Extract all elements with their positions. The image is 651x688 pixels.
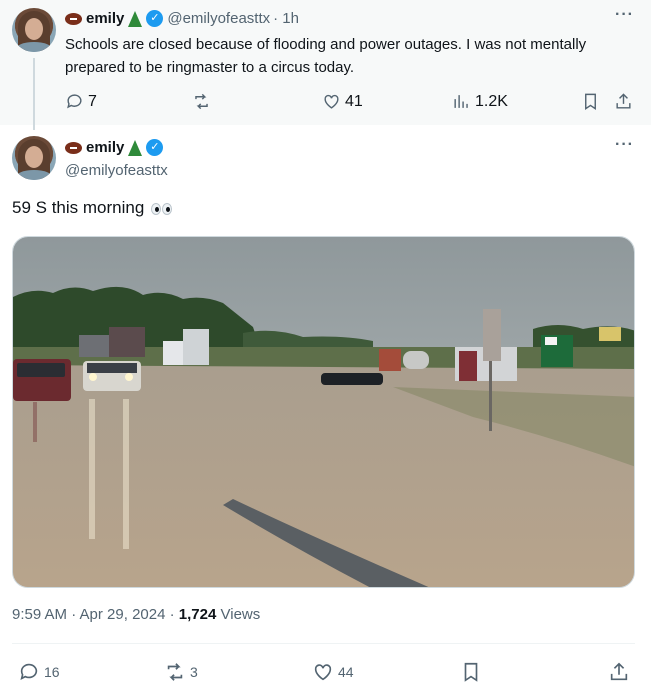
more-options-icon[interactable]: ··· bbox=[615, 6, 634, 24]
reply-count: 7 bbox=[88, 92, 97, 110]
tweet-timestamp-row: 9:59 AM · Apr 29, 2024 · 1,724 Views bbox=[12, 606, 260, 623]
reply-icon bbox=[20, 663, 38, 680]
main-display-name[interactable]: emily bbox=[65, 139, 143, 156]
main-more-options-icon[interactable]: ··· bbox=[615, 136, 634, 154]
bookmark-icon bbox=[585, 93, 596, 110]
football-icon bbox=[65, 12, 82, 25]
heart-icon bbox=[324, 94, 339, 109]
share-button[interactable] bbox=[614, 92, 633, 111]
heart-icon bbox=[314, 664, 332, 681]
reply-button[interactable]: 7 bbox=[65, 92, 97, 111]
views-label: Views bbox=[220, 606, 261, 623]
eyes-icon bbox=[151, 202, 173, 215]
main-reply-count: 16 bbox=[44, 664, 60, 680]
repost-icon bbox=[167, 663, 183, 681]
main-repost-count: 3 bbox=[190, 664, 198, 680]
main-handle-row: @emilyofeasttx bbox=[65, 162, 168, 179]
divider bbox=[12, 643, 635, 644]
bookmark-button[interactable] bbox=[581, 92, 600, 111]
tweet-photo[interactable] bbox=[12, 236, 635, 588]
parent-handle[interactable]: @emilyofeasttx bbox=[167, 10, 270, 27]
like-button[interactable]: 41 bbox=[322, 92, 363, 111]
parent-tweet-text: Schools are closed because of flooding a… bbox=[65, 36, 587, 76]
repost-button[interactable] bbox=[192, 92, 215, 111]
evergreen-tree-icon bbox=[128, 10, 143, 27]
thread-connector-line bbox=[33, 58, 35, 130]
main-reply-button[interactable]: 16 bbox=[18, 661, 60, 683]
flooded-highway-image bbox=[13, 237, 634, 587]
verified-badge-icon: ✓ bbox=[146, 139, 164, 156]
main-avatar[interactable] bbox=[12, 136, 56, 180]
bookmark-icon bbox=[464, 662, 478, 682]
parent-author-row: emily ✓ @emilyofeasttx · 1h bbox=[65, 10, 299, 27]
tweet-timestamp[interactable]: 9:59 AM · Apr 29, 2024 · bbox=[12, 606, 175, 623]
views-button[interactable]: 1.2K bbox=[452, 92, 508, 111]
main-share-button[interactable] bbox=[608, 661, 630, 683]
views-number: 1,724 bbox=[178, 606, 217, 623]
main-tweet-text: 59 S this morning bbox=[12, 198, 173, 218]
main-like-button[interactable]: 44 bbox=[312, 661, 354, 683]
parent-tweet[interactable]: emily ✓ @emilyofeasttx · 1h ··· Schools … bbox=[0, 0, 651, 130]
like-count: 41 bbox=[345, 92, 363, 110]
main-handle[interactable]: @emilyofeasttx bbox=[65, 162, 168, 179]
parent-time[interactable]: · 1h bbox=[273, 10, 299, 27]
share-icon bbox=[610, 662, 628, 681]
share-icon bbox=[616, 93, 631, 109]
main-bookmark-button[interactable] bbox=[460, 661, 482, 683]
main-like-count: 44 bbox=[338, 664, 354, 680]
analytics-icon bbox=[454, 95, 468, 108]
main-repost-button[interactable]: 3 bbox=[164, 661, 198, 683]
football-icon bbox=[65, 141, 82, 154]
avatar[interactable] bbox=[12, 8, 56, 52]
parent-display-name[interactable]: emily bbox=[65, 10, 143, 27]
reply-icon bbox=[67, 94, 82, 109]
repost-icon bbox=[195, 93, 208, 110]
views-count: 1.2K bbox=[475, 92, 508, 110]
verified-badge-icon: ✓ bbox=[146, 10, 164, 27]
main-author-name-row: emily ✓ bbox=[65, 139, 164, 156]
evergreen-tree-icon bbox=[128, 139, 143, 156]
